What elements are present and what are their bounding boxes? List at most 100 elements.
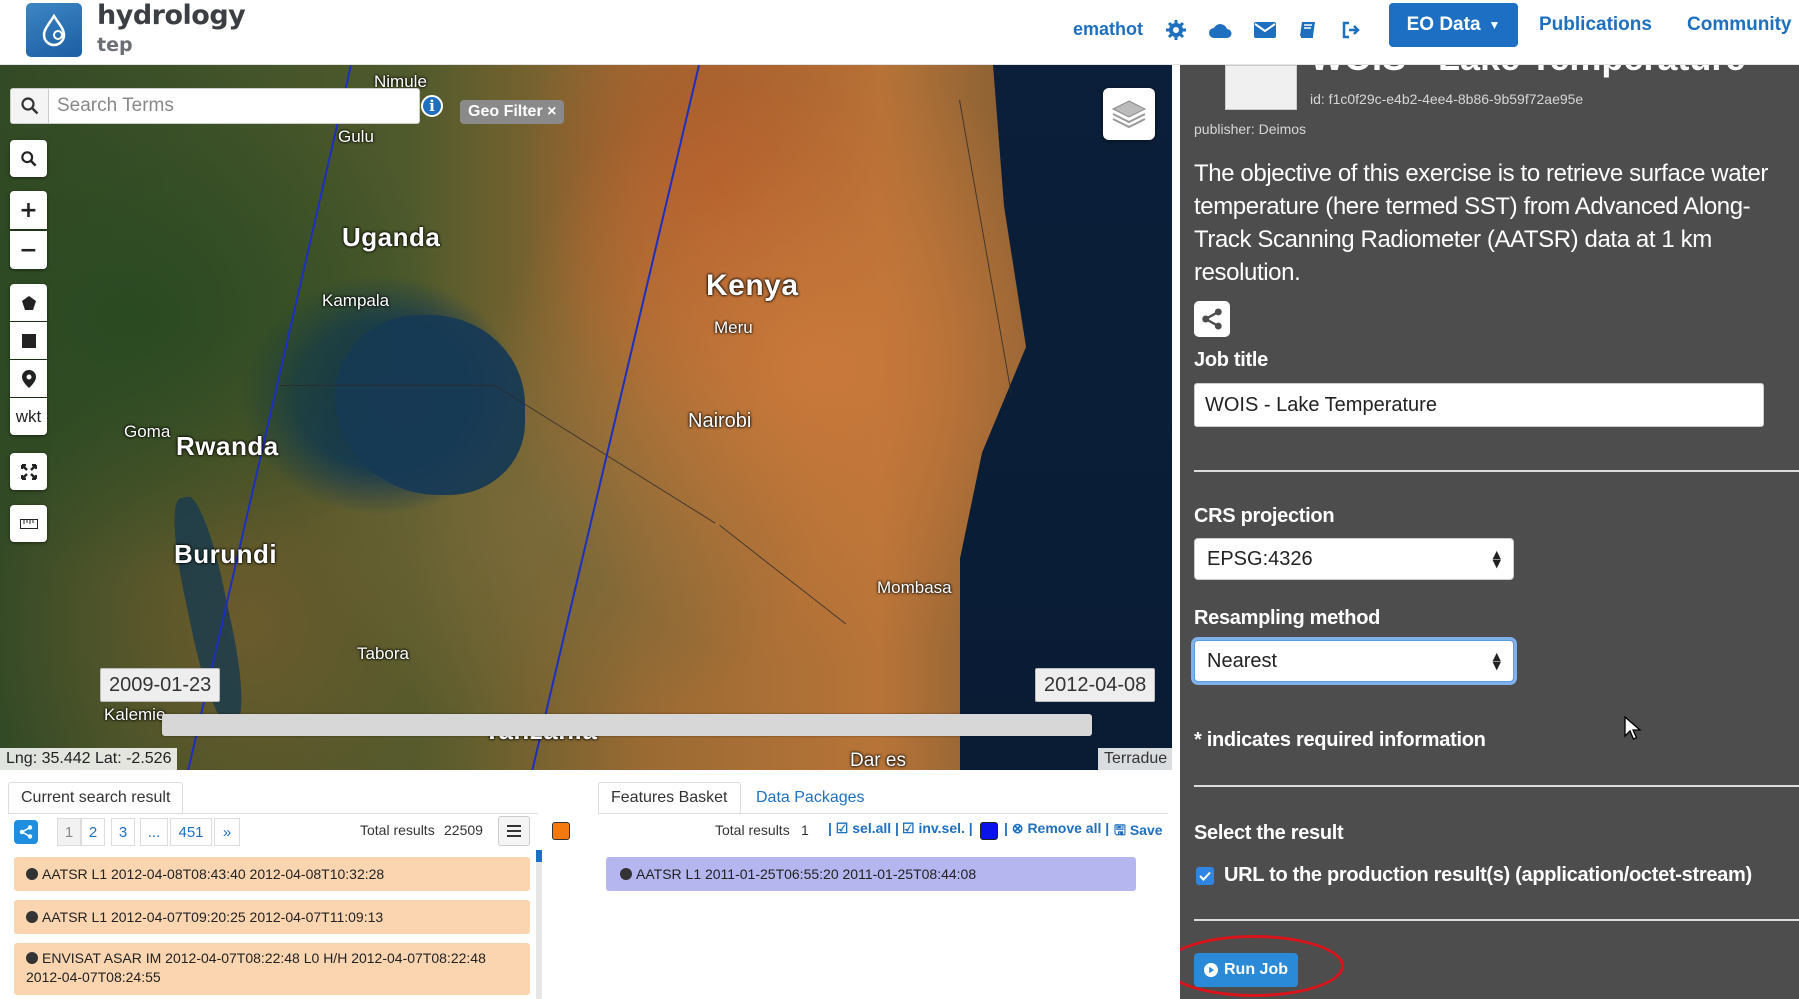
tab-data-packages[interactable]: Data Packages [744, 782, 877, 814]
result-item[interactable]: ENVISAT ASAR IM 2012-04-07T08:22:48 L0 H… [14, 943, 530, 995]
result-color-swatch[interactable] [552, 822, 570, 840]
save-label: Save [1129, 822, 1163, 838]
publisher: publisher: Deimos [1194, 121, 1307, 137]
app-root: hydrology tep emathot EO Data ▼ Publicat… [0, 0, 1799, 999]
divider [1194, 785, 1799, 787]
logo-subtitle: tep [97, 34, 133, 56]
results-scrollbar-thumb[interactable] [536, 850, 542, 862]
draw-point-button[interactable] [10, 360, 47, 397]
layers-button[interactable] [1103, 88, 1155, 140]
result-item[interactable]: AATSR L1 2012-04-08T08:43:40 2012-04-08T… [14, 857, 530, 891]
tab-divider [598, 813, 1168, 814]
highlight-ellipse [1180, 935, 1344, 997]
search-icon[interactable] [11, 89, 49, 123]
lake-victoria [335, 315, 525, 495]
fullscreen-button[interactable] [10, 453, 47, 490]
timeline-end-date[interactable]: 2012-04-08 [1035, 668, 1156, 702]
polygon-icon [21, 295, 36, 310]
zoom-in-button[interactable]: + [10, 191, 47, 229]
page-button-2[interactable]: 2 [81, 818, 105, 846]
sign-out-icon[interactable] [1338, 17, 1364, 43]
expand-icon [20, 463, 37, 480]
mouse-cursor-icon [1624, 716, 1642, 740]
map-credit[interactable]: Terradue [1098, 748, 1174, 770]
country-label: Uganda [342, 222, 441, 252]
results-scrollbar[interactable] [536, 850, 542, 999]
result-checkbox-label[interactable]: URL to the production result(s) (applica… [1224, 864, 1752, 887]
timeline-start-date[interactable]: 2009-01-23 [100, 668, 221, 702]
country-label: Rwanda [176, 431, 279, 461]
result-checkbox[interactable] [1196, 867, 1214, 885]
share-button[interactable] [1194, 301, 1230, 337]
page-button-3[interactable]: 3 [111, 818, 135, 846]
page-button-1[interactable]: 1 [57, 818, 81, 846]
page-button-next[interactable]: » [214, 818, 240, 846]
globe-icon [26, 868, 38, 880]
user-menu[interactable]: emathot [1073, 19, 1143, 40]
resampling-method-select[interactable]: Nearest ▲ ▼ [1194, 640, 1514, 682]
place-label: Tabora [357, 644, 409, 663]
book-icon[interactable] [1295, 17, 1321, 43]
magnifier-icon [20, 150, 37, 167]
info-icon[interactable]: i [421, 95, 443, 117]
resampling-method-value: Nearest [1207, 649, 1278, 672]
draw-rectangle-button[interactable] [10, 322, 47, 359]
globe-icon [26, 952, 38, 964]
invert-selection-button[interactable]: ☑ inv.sel. | [902, 820, 973, 837]
place-label: Nairobi [688, 410, 752, 432]
save-button[interactable]: 🖫 Save [1114, 820, 1163, 844]
page-button-ellipsis[interactable]: ... [140, 818, 168, 846]
nav-link-publications[interactable]: Publications [1539, 14, 1652, 36]
select-arrows-icon: ▲ ▼ [1492, 650, 1501, 672]
country-label: Burundi [174, 539, 278, 569]
total-results-value: 22509 [444, 822, 483, 838]
zoom-search-button[interactable] [10, 140, 47, 177]
satellite-swath-line [527, 65, 700, 770]
mail-icon[interactable] [1252, 17, 1278, 43]
share-icon [1202, 308, 1222, 330]
cloud-icon[interactable] [1207, 17, 1233, 43]
basket-color-swatch[interactable] [980, 822, 998, 840]
tab-current-search-result[interactable]: Current search result [8, 782, 184, 814]
tab-features-basket[interactable]: Features Basket [598, 782, 741, 814]
resampling-method-label: Resampling method [1194, 607, 1381, 629]
divider [1194, 470, 1799, 472]
job-title-input[interactable] [1194, 383, 1764, 427]
geo-filter-badge[interactable]: Geo Filter × [460, 100, 565, 124]
search-input[interactable] [57, 93, 417, 119]
nav-link-community[interactable]: Community [1687, 14, 1792, 36]
gear-icon[interactable] [1163, 17, 1189, 43]
timeline-slider[interactable] [162, 714, 1092, 736]
place-label: Kampala [322, 291, 390, 310]
logo-icon[interactable] [26, 3, 82, 57]
wkt-button[interactable]: wkt [10, 398, 47, 435]
remove-all-label: Remove all [1027, 820, 1102, 836]
caret-down-icon: ▼ [1488, 18, 1501, 32]
ruler-button[interactable] [10, 505, 47, 542]
remove-all-button[interactable]: | ⊗ Remove all | [1004, 820, 1109, 837]
country-label: Kenya [706, 269, 799, 302]
eo-data-dropdown-button[interactable]: EO Data ▼ [1389, 3, 1518, 47]
draw-polygon-button[interactable] [10, 284, 47, 321]
basket-item[interactable]: AATSR L1 2011-01-25T06:55:20 2011-01-25T… [606, 857, 1136, 891]
top-navbar: hydrology tep emathot EO Data ▼ Publicat… [0, 0, 1799, 65]
result-item[interactable]: AATSR L1 2012-04-07T09:20:25 2012-04-07T… [14, 900, 530, 934]
list-view-button[interactable] [498, 816, 530, 846]
crs-projection-select[interactable]: EPSG:4326 ▲ ▼ [1194, 538, 1514, 580]
zoom-out-button[interactable]: − [10, 231, 47, 269]
select-all-button[interactable]: | ☑ sel.all | [828, 820, 899, 837]
globe-icon [620, 868, 632, 880]
globe-icon [26, 911, 38, 923]
basket-total-label: Total results [715, 822, 790, 838]
map-view[interactable]: Nimule Gulu Uganda Kampala Kenya Meru Na… [0, 65, 1172, 770]
share-results-button[interactable] [14, 820, 38, 844]
result-item-text: ENVISAT ASAR IM 2012-04-07T08:22:48 L0 H… [26, 950, 486, 985]
service-description: The objective of this exercise is to ret… [1194, 160, 1768, 286]
place-label: Gulu [338, 127, 374, 146]
page-button-last[interactable]: 451 [170, 818, 212, 846]
place-label: Dar es [850, 750, 906, 770]
required-note: * indicates required information [1194, 729, 1486, 751]
crs-projection-label: CRS projection [1194, 505, 1335, 527]
ruler-icon [19, 518, 38, 529]
cursor-coordinates: Lng: 35.442 Lat: -2.526 [0, 748, 178, 770]
